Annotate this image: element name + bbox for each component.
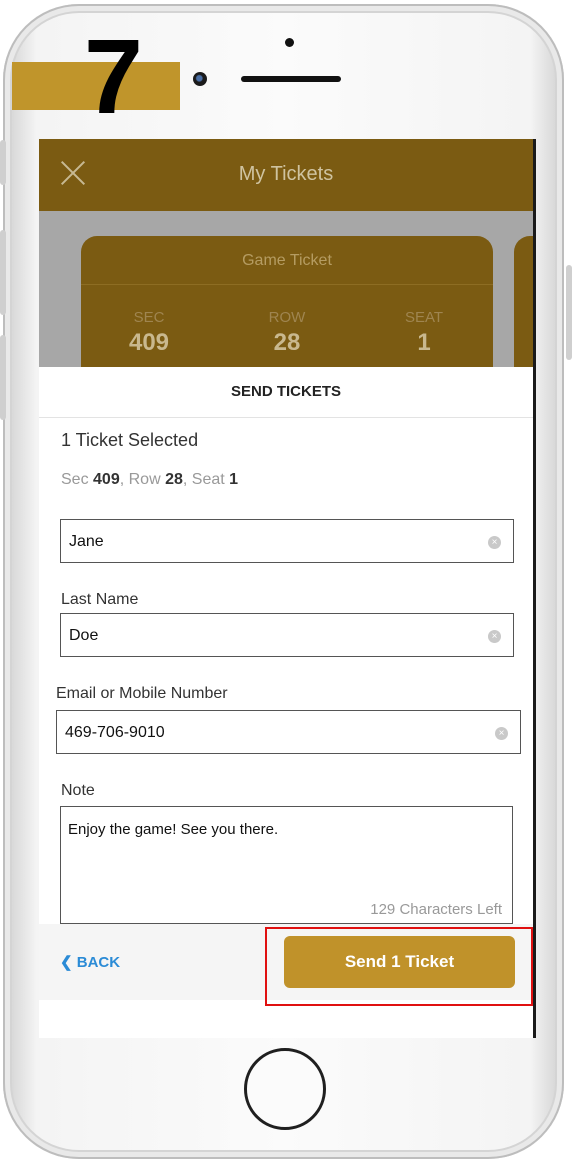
first-name-field[interactable]: Jane × bbox=[60, 519, 514, 563]
next-ticket-card[interactable] bbox=[514, 236, 533, 386]
contact-value: 469-706-9010 bbox=[65, 724, 165, 741]
row-value: 28 bbox=[273, 329, 301, 356]
sec-label: SEC bbox=[133, 309, 165, 326]
silent-switch bbox=[0, 140, 6, 185]
seat-column: SEAT 1 bbox=[379, 309, 469, 357]
last-name-field[interactable]: Doe × bbox=[60, 613, 514, 657]
volume-up-button bbox=[0, 230, 6, 315]
row-column: ROW 28 bbox=[242, 309, 332, 357]
clear-icon[interactable]: × bbox=[488, 630, 501, 643]
ticket-type: Game Ticket bbox=[242, 252, 332, 269]
back-button[interactable]: ❮ BACK bbox=[60, 953, 120, 971]
power-button bbox=[566, 265, 572, 360]
note-label: Note bbox=[61, 782, 95, 799]
highlight-box bbox=[265, 927, 533, 1006]
note-textarea[interactable]: Enjoy the game! See you there. 129 Chara… bbox=[60, 806, 513, 924]
seat-summary-seat-label: Seat bbox=[191, 471, 225, 488]
phone-screen: My Tickets Game Ticket SEC 409 ROW 28 SE… bbox=[39, 139, 536, 1038]
note-value: Enjoy the game! See you there. bbox=[68, 821, 279, 838]
sec-value: 409 bbox=[128, 329, 170, 356]
seat-summary-seat: 1 bbox=[229, 471, 239, 488]
seat-summary: Sec 409, Row 28, Seat 1 bbox=[61, 471, 239, 488]
seat-summary-sec: 409 bbox=[93, 471, 120, 488]
characters-left-counter: 129 Characters Left bbox=[370, 901, 502, 918]
seat-label: SEAT bbox=[404, 309, 444, 326]
seat-summary-row-label: Row bbox=[128, 471, 161, 488]
volume-down-button bbox=[0, 335, 6, 420]
back-label: BACK bbox=[76, 954, 121, 971]
clear-icon[interactable]: × bbox=[488, 536, 501, 549]
card-divider bbox=[81, 284, 493, 285]
tickets-selected-count: 1 Ticket Selected bbox=[61, 430, 199, 450]
proximity-sensor bbox=[285, 38, 294, 47]
earpiece-speaker bbox=[241, 76, 341, 82]
seat-value: 1 bbox=[417, 329, 431, 356]
step-number: 7 bbox=[84, 18, 143, 136]
clear-icon[interactable]: × bbox=[495, 727, 508, 740]
seat-summary-row: 28 bbox=[165, 471, 183, 488]
send-tickets-title: SEND TICKETS bbox=[39, 367, 533, 418]
sec-column: SEC 409 bbox=[104, 309, 194, 357]
last-name-value: Doe bbox=[69, 627, 99, 644]
chevron-left-icon: ❮ bbox=[60, 954, 73, 971]
contact-field[interactable]: 469-706-9010 × bbox=[56, 710, 521, 754]
page-title: My Tickets bbox=[238, 163, 334, 185]
contact-label: Email or Mobile Number bbox=[56, 685, 228, 702]
nav-bar: My Tickets bbox=[39, 139, 533, 211]
seat-summary-sec-label: Sec bbox=[61, 471, 89, 488]
home-button[interactable] bbox=[244, 1048, 326, 1130]
last-name-label: Last Name bbox=[61, 591, 139, 608]
row-label: ROW bbox=[268, 309, 306, 326]
front-camera-icon bbox=[193, 72, 207, 86]
first-name-value: Jane bbox=[69, 533, 104, 550]
